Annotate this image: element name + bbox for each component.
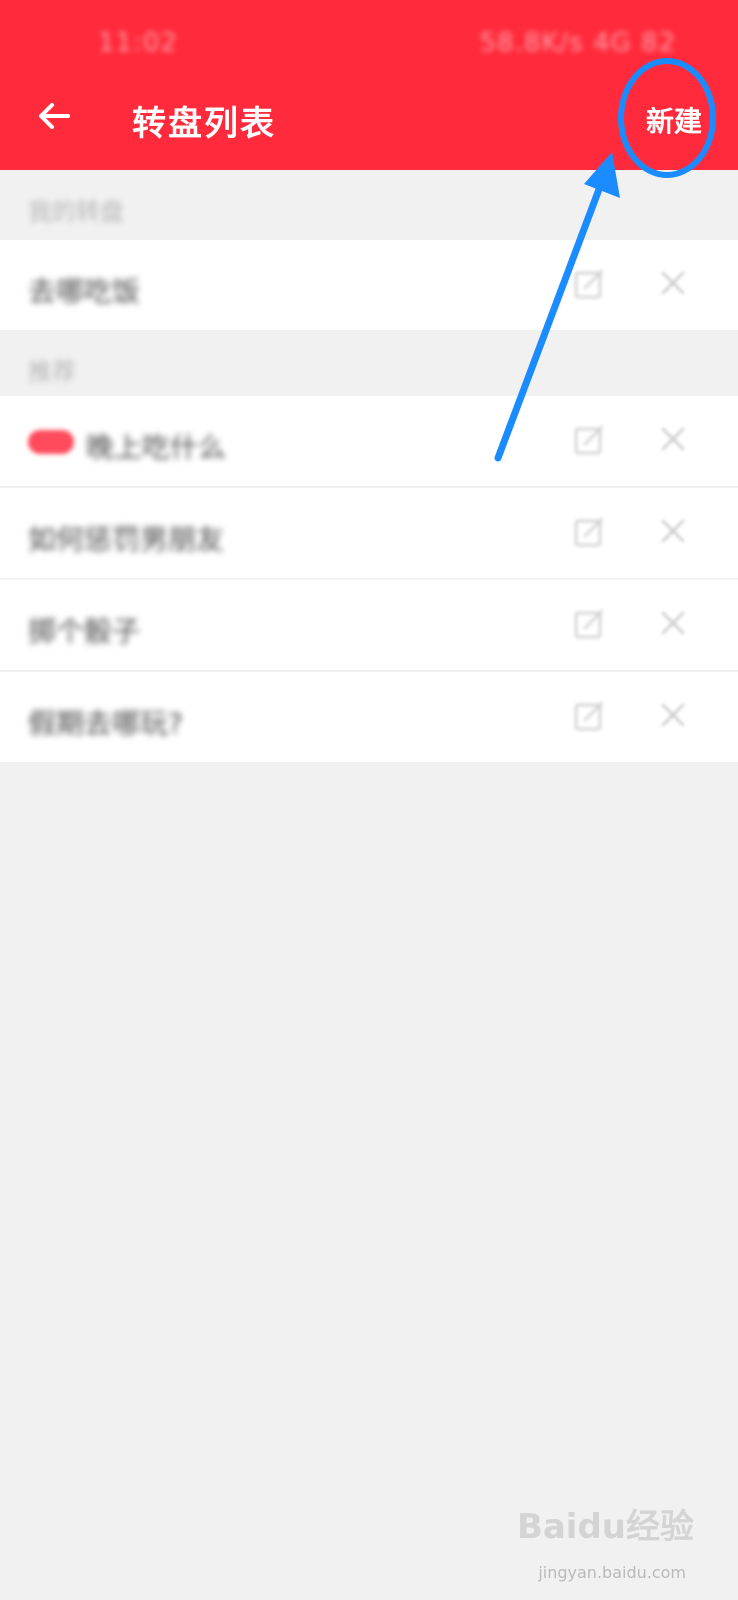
list-item-label: 假期去哪玩?	[28, 707, 183, 740]
status-time: 11:02	[98, 28, 178, 58]
hot-badge: 热门	[28, 430, 74, 454]
list-item-label: 掷个骰子	[28, 615, 141, 648]
section-label: 推荐	[28, 358, 76, 386]
edit-icon[interactable]	[572, 514, 608, 550]
section-header-my-wheels: 我的转盘	[0, 170, 738, 244]
watermark-url: jingyan.baidu.com	[538, 1563, 686, 1582]
status-indicators: 58.8K/s 4G 82	[479, 28, 676, 58]
page-title: 转盘列表	[132, 104, 276, 144]
delete-icon[interactable]	[660, 518, 686, 544]
list-item-label: 如何惩罚男朋友	[28, 523, 225, 556]
edit-icon[interactable]	[572, 266, 608, 302]
delete-icon[interactable]	[660, 270, 686, 296]
edit-icon[interactable]	[572, 422, 608, 458]
list-item[interactable]: 热门 晚上吃什么	[0, 396, 738, 487]
list-item[interactable]: 假期去哪玩?	[0, 672, 738, 763]
watermark-logo: Baidu经验	[516, 1507, 694, 1547]
list-item-label: 去哪吃饭	[28, 275, 141, 308]
edit-icon[interactable]	[572, 698, 608, 734]
back-arrow-icon[interactable]	[32, 94, 76, 138]
section-header-recommended: 推荐	[0, 330, 738, 404]
delete-icon[interactable]	[660, 610, 686, 636]
list-item[interactable]: 掷个骰子	[0, 580, 738, 671]
highlight-circle	[618, 58, 716, 178]
list-item[interactable]: 如何惩罚男朋友	[0, 488, 738, 579]
delete-icon[interactable]	[660, 702, 686, 728]
edit-icon[interactable]	[572, 606, 608, 642]
delete-icon[interactable]	[660, 426, 686, 452]
list-item-label: 晚上吃什么	[86, 431, 227, 464]
list-item[interactable]: 去哪吃饭	[0, 240, 738, 331]
section-label: 我的转盘	[28, 198, 124, 226]
